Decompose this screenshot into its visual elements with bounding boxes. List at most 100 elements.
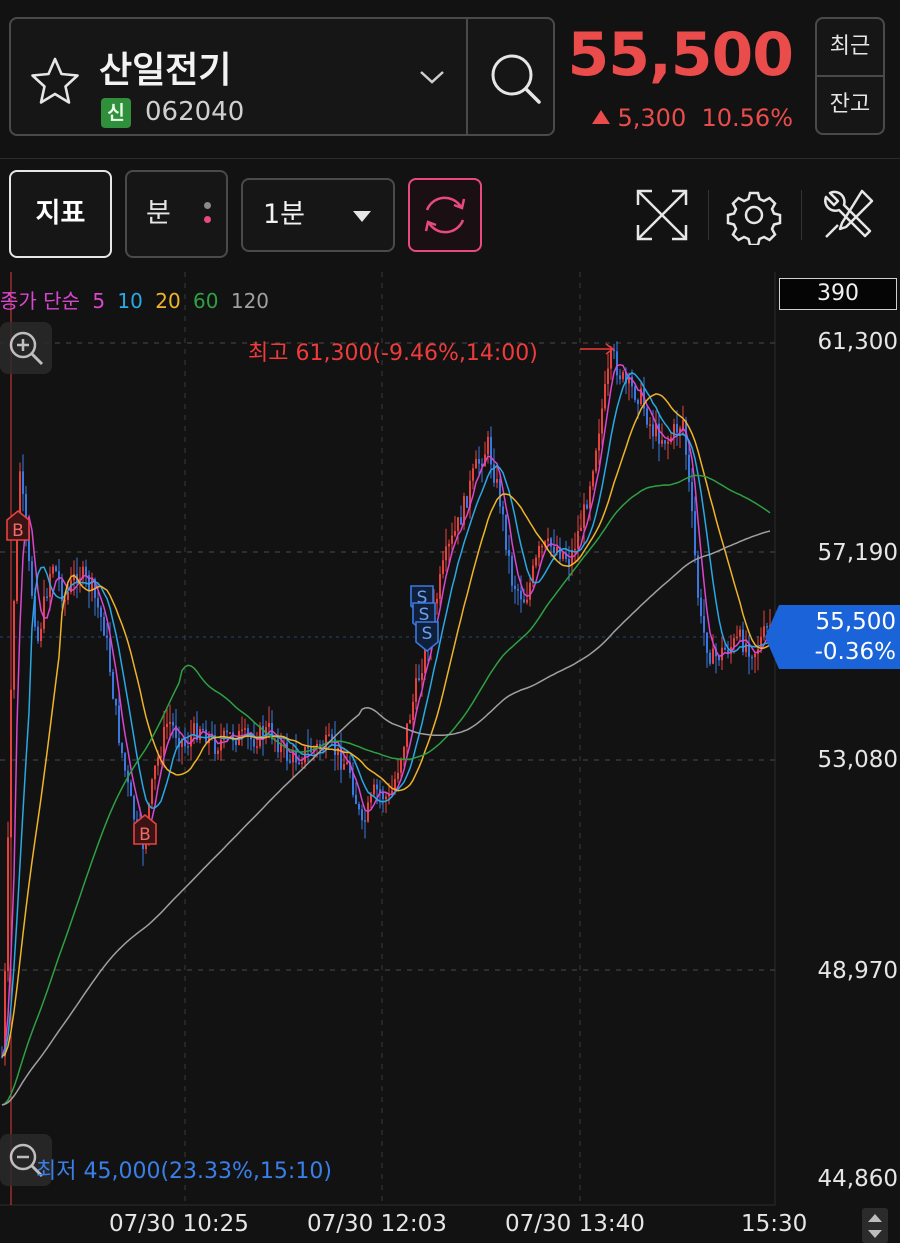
stock-selector[interactable]: 산일전기 신 062040	[9, 17, 555, 136]
legend-ma5: 5	[92, 289, 106, 313]
scroll-arrows-icon[interactable]	[862, 1208, 888, 1243]
candle-body	[22, 471, 24, 494]
candle-body	[97, 597, 99, 608]
candle-body	[37, 626, 39, 642]
candle-body	[52, 566, 54, 574]
candle-body	[652, 424, 654, 437]
candle-body	[607, 368, 609, 385]
candle-body	[586, 504, 588, 509]
candle-body	[382, 792, 384, 800]
candle-body	[397, 772, 399, 780]
candle-body	[550, 538, 552, 547]
candle-body	[355, 794, 357, 804]
candle-body	[535, 557, 537, 566]
balance-button[interactable]: 잔고	[815, 75, 885, 135]
candle-body	[499, 479, 501, 507]
candle-body	[118, 705, 120, 744]
tools-button[interactable]	[818, 185, 878, 245]
candle-body	[589, 486, 591, 509]
candle-body	[700, 597, 702, 617]
candle-body	[658, 423, 660, 444]
candle-body	[451, 535, 453, 544]
candle-body	[10, 689, 12, 838]
fullscreen-button[interactable]	[632, 185, 692, 245]
candle-body	[448, 543, 450, 547]
candle-body	[328, 734, 330, 736]
candle-body	[307, 746, 309, 749]
zoom-in-button[interactable]	[0, 322, 52, 374]
high-price-annotation: 최고 61,300(-9.46%,14:00)	[248, 341, 538, 366]
candle-body	[505, 514, 507, 550]
candle-body	[43, 596, 45, 629]
candle-body	[166, 723, 168, 728]
candle-body	[46, 596, 48, 598]
moving-average-legend: 종가 단순 5 10 20 60 120	[0, 285, 275, 314]
candle-body	[361, 809, 363, 821]
candle-body	[421, 673, 423, 681]
candle-body	[646, 408, 648, 425]
candle-body	[517, 589, 519, 591]
candle-body	[583, 504, 585, 528]
candle-body	[466, 496, 468, 508]
candle-body	[616, 351, 618, 376]
candle-body	[487, 436, 489, 455]
candle-body	[754, 653, 756, 658]
interval-select[interactable]: 1분	[241, 178, 395, 252]
candle-body	[154, 765, 156, 780]
change-amount: 5,300	[617, 104, 687, 132]
current-price-tag: 55,500 -0.36%	[765, 605, 900, 669]
current-price-tag-change: -0.36%	[814, 639, 896, 665]
indicator-button[interactable]: 지표	[9, 170, 112, 258]
chevron-down-icon[interactable]	[419, 67, 445, 87]
candle-body	[604, 384, 606, 409]
candle-body	[568, 559, 570, 566]
search-button[interactable]	[481, 39, 551, 115]
candle-body	[205, 729, 207, 744]
candle-body	[13, 600, 15, 690]
candle-body	[577, 531, 579, 549]
settings-button[interactable]	[724, 185, 784, 247]
x-axis-label: 07/30 10:25	[109, 1211, 249, 1237]
candle-body	[217, 750, 219, 754]
candle-body	[580, 527, 582, 532]
candle-body	[661, 440, 663, 444]
candle-body	[592, 471, 594, 487]
candle-body	[121, 743, 123, 754]
candle-body	[418, 678, 420, 681]
candle-body	[526, 599, 528, 603]
low-price-annotation: 최저 45,000(23.33%,15:10)	[36, 1159, 332, 1184]
minute-type-button[interactable]: 분	[125, 170, 228, 258]
price-change: 5,300 10.56%	[591, 104, 793, 132]
candle-body	[373, 784, 375, 795]
y-axis-label: 53,080	[817, 747, 898, 773]
y-axis-label: 48,970	[817, 958, 898, 984]
candle-body	[760, 636, 762, 649]
up-triangle-icon	[591, 110, 610, 124]
legend-ma10: 10	[117, 289, 143, 313]
candle-body	[457, 517, 459, 532]
candle-body	[400, 759, 402, 773]
candle-body	[541, 545, 543, 548]
candle-body	[613, 349, 615, 352]
candle-body	[103, 617, 105, 636]
candle-body	[649, 424, 651, 426]
star-icon[interactable]	[29, 55, 81, 107]
refresh-button[interactable]	[408, 178, 482, 252]
candle-body	[733, 638, 735, 647]
candle-body	[712, 648, 714, 664]
candle-body	[298, 762, 300, 765]
candle-body	[112, 671, 114, 699]
candle-body	[445, 546, 447, 561]
toolbar-divider	[708, 190, 709, 240]
candle-body	[157, 757, 159, 766]
candle-body	[220, 739, 222, 751]
candle-body	[673, 424, 675, 438]
candle-body	[562, 552, 564, 560]
candle-body	[412, 701, 414, 720]
candle-body	[520, 590, 522, 600]
header-divider	[0, 158, 900, 159]
recent-button[interactable]: 최근	[815, 17, 885, 77]
candlestick-chart[interactable]: BBSSS	[0, 270, 900, 1243]
candle-body	[637, 399, 639, 405]
candle-body	[163, 727, 165, 756]
